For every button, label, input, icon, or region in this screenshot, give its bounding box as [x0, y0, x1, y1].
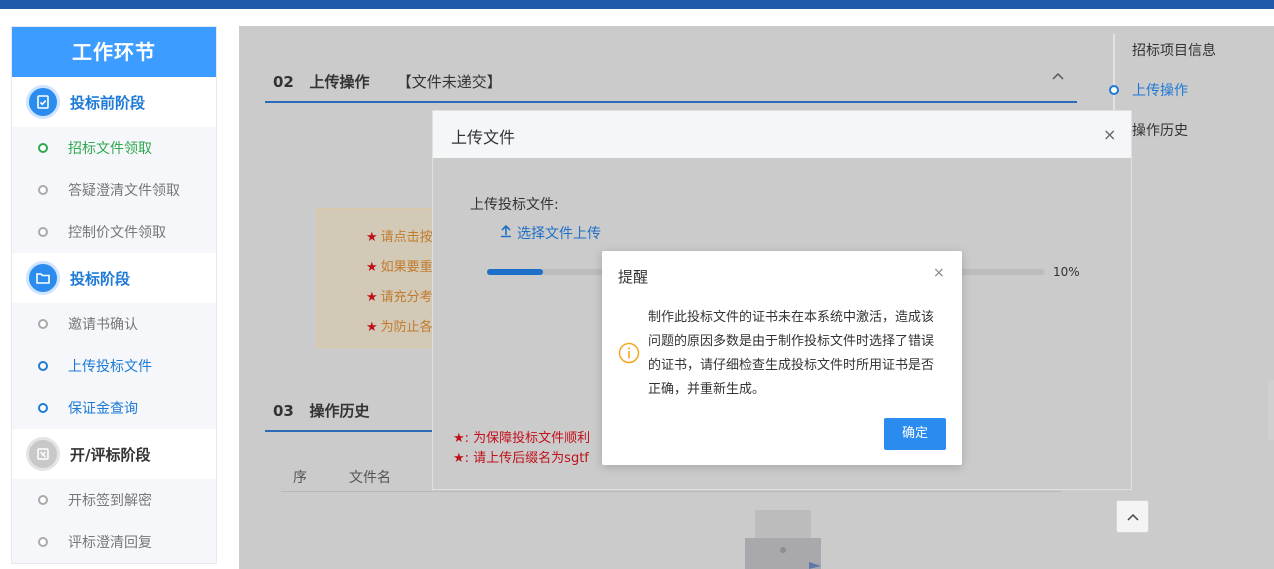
dialog-header: 上传文件 × [433, 111, 1131, 158]
column-header-filename: 文件名 [349, 470, 391, 486]
stage-label: 开/评标阶段 [70, 445, 151, 464]
upload-link-label: 选择文件上传 [517, 226, 601, 242]
upload-progress-text: 10% [1053, 265, 1080, 279]
stage-opening[interactable]: 开/评标阶段 [12, 429, 216, 479]
gavel-icon [26, 437, 60, 471]
clipboard-check-icon [26, 85, 60, 119]
chevron-up-icon[interactable] [1052, 68, 1064, 84]
sidebar-item-clarification[interactable]: 答疑澄清文件领取 [12, 169, 216, 211]
notice-line: ★ 为防止各 [366, 320, 432, 335]
anchor-project-info[interactable]: 招标项目信息 [1132, 40, 1216, 60]
notice-line: ★ 请点击按 [366, 230, 432, 245]
star-icon: ★ [366, 260, 378, 275]
upload-field-label: 上传投标文件: [470, 197, 559, 213]
sidebar-item-control-price[interactable]: 控制价文件领取 [12, 211, 216, 253]
upload-warning: ★: 请上传后缀名为sgtf [453, 451, 589, 466]
folder-icon [26, 261, 60, 295]
close-icon[interactable]: × [1103, 125, 1116, 144]
printer-icon [745, 510, 821, 569]
chevron-up-icon [1126, 509, 1139, 525]
section-number: 02 [273, 73, 294, 91]
status-dot [38, 319, 48, 329]
sidebar-item-label: 评标澄清回复 [68, 535, 152, 551]
reminder-dialog: 提醒 × 制作此投标文件的证书未在本系统中激活，造成该问题的原因多数是由于制作投… [602, 251, 962, 465]
dialog-message: 制作此投标文件的证书未在本系统中激活，造成该问题的原因多数是由于制作投标文件时选… [648, 310, 935, 397]
notice-line: ★ 如果要重 [366, 260, 432, 275]
sidebar-item-label: 保证金查询 [68, 401, 138, 417]
close-icon[interactable]: × [933, 265, 945, 281]
workflow-sidebar: 工作环节 投标前阶段 招标文件领取 答疑澄清文件领取 控制价文件领取 投标阶段 … [11, 26, 217, 564]
upload-warning: ★: 为保障投标文件顺利 [453, 431, 591, 446]
section-history-title: 03 操作历史 [273, 400, 370, 421]
status-dot [38, 403, 48, 413]
scrollbar[interactable] [1268, 380, 1274, 440]
section-number: 03 [273, 402, 294, 420]
status-badge: 【文件未递交】 [396, 73, 502, 91]
status-dot [38, 495, 48, 505]
sidebar-item-label: 招标文件领取 [68, 141, 152, 157]
dialog-title: 提醒 [618, 268, 649, 286]
anchor-upload[interactable]: 上传操作 [1132, 80, 1188, 100]
upload-progress-fill [487, 269, 543, 275]
confirm-button[interactable]: 确定 [884, 418, 946, 450]
sidebar-item-label: 答疑澄清文件领取 [68, 183, 180, 199]
section-upload-title: 02 上传操作 【文件未递交】 [273, 71, 502, 92]
sidebar-item-label: 控制价文件领取 [68, 225, 166, 241]
star-icon: ★ [366, 320, 378, 335]
sidebar-item-deposit[interactable]: 保证金查询 [12, 387, 216, 429]
status-dot [38, 361, 48, 371]
sidebar-item-eval-reply[interactable]: 评标澄清回复 [12, 521, 216, 563]
status-dot [38, 537, 48, 547]
sidebar-item-invitation[interactable]: 邀请书确认 [12, 303, 216, 345]
dialog-title: 上传文件 [451, 128, 516, 147]
info-circle-icon [618, 342, 640, 364]
stage-label: 投标前阶段 [70, 93, 146, 112]
stage-pre-bid[interactable]: 投标前阶段 [12, 77, 216, 127]
sidebar-title: 工作环节 [12, 27, 216, 77]
sidebar-item-label: 开标签到解密 [68, 493, 152, 509]
notice-line: ★ 请充分考 [366, 290, 432, 305]
sidebar-item-tender-doc[interactable]: 招标文件领取 [12, 127, 216, 169]
status-dot [38, 227, 48, 237]
sidebar-item-upload-bid[interactable]: 上传投标文件 [12, 345, 216, 387]
section-title-text: 上传操作 [309, 73, 370, 91]
choose-file-upload-link[interactable]: 选择文件上传 [499, 223, 601, 243]
status-dot [38, 185, 48, 195]
stage-bidding[interactable]: 投标阶段 [12, 253, 216, 303]
anchor-active-dot [1109, 85, 1119, 95]
section-title-text: 操作历史 [309, 402, 370, 420]
back-to-top-button[interactable] [1116, 500, 1149, 533]
section-divider [265, 430, 435, 432]
sidebar-item-label: 上传投标文件 [68, 359, 152, 375]
section-divider [265, 101, 1077, 103]
upload-icon [499, 224, 513, 242]
star-icon: ★ [366, 290, 378, 305]
star-icon: ★ [366, 230, 378, 245]
top-header-bar [0, 0, 1274, 9]
column-header-index: 序 [293, 470, 307, 486]
sidebar-item-sign-in[interactable]: 开标签到解密 [12, 479, 216, 521]
status-dot [38, 143, 48, 153]
sidebar-item-label: 邀请书确认 [68, 317, 138, 333]
anchor-history[interactable]: 操作历史 [1132, 120, 1188, 140]
stage-label: 投标阶段 [70, 269, 131, 288]
